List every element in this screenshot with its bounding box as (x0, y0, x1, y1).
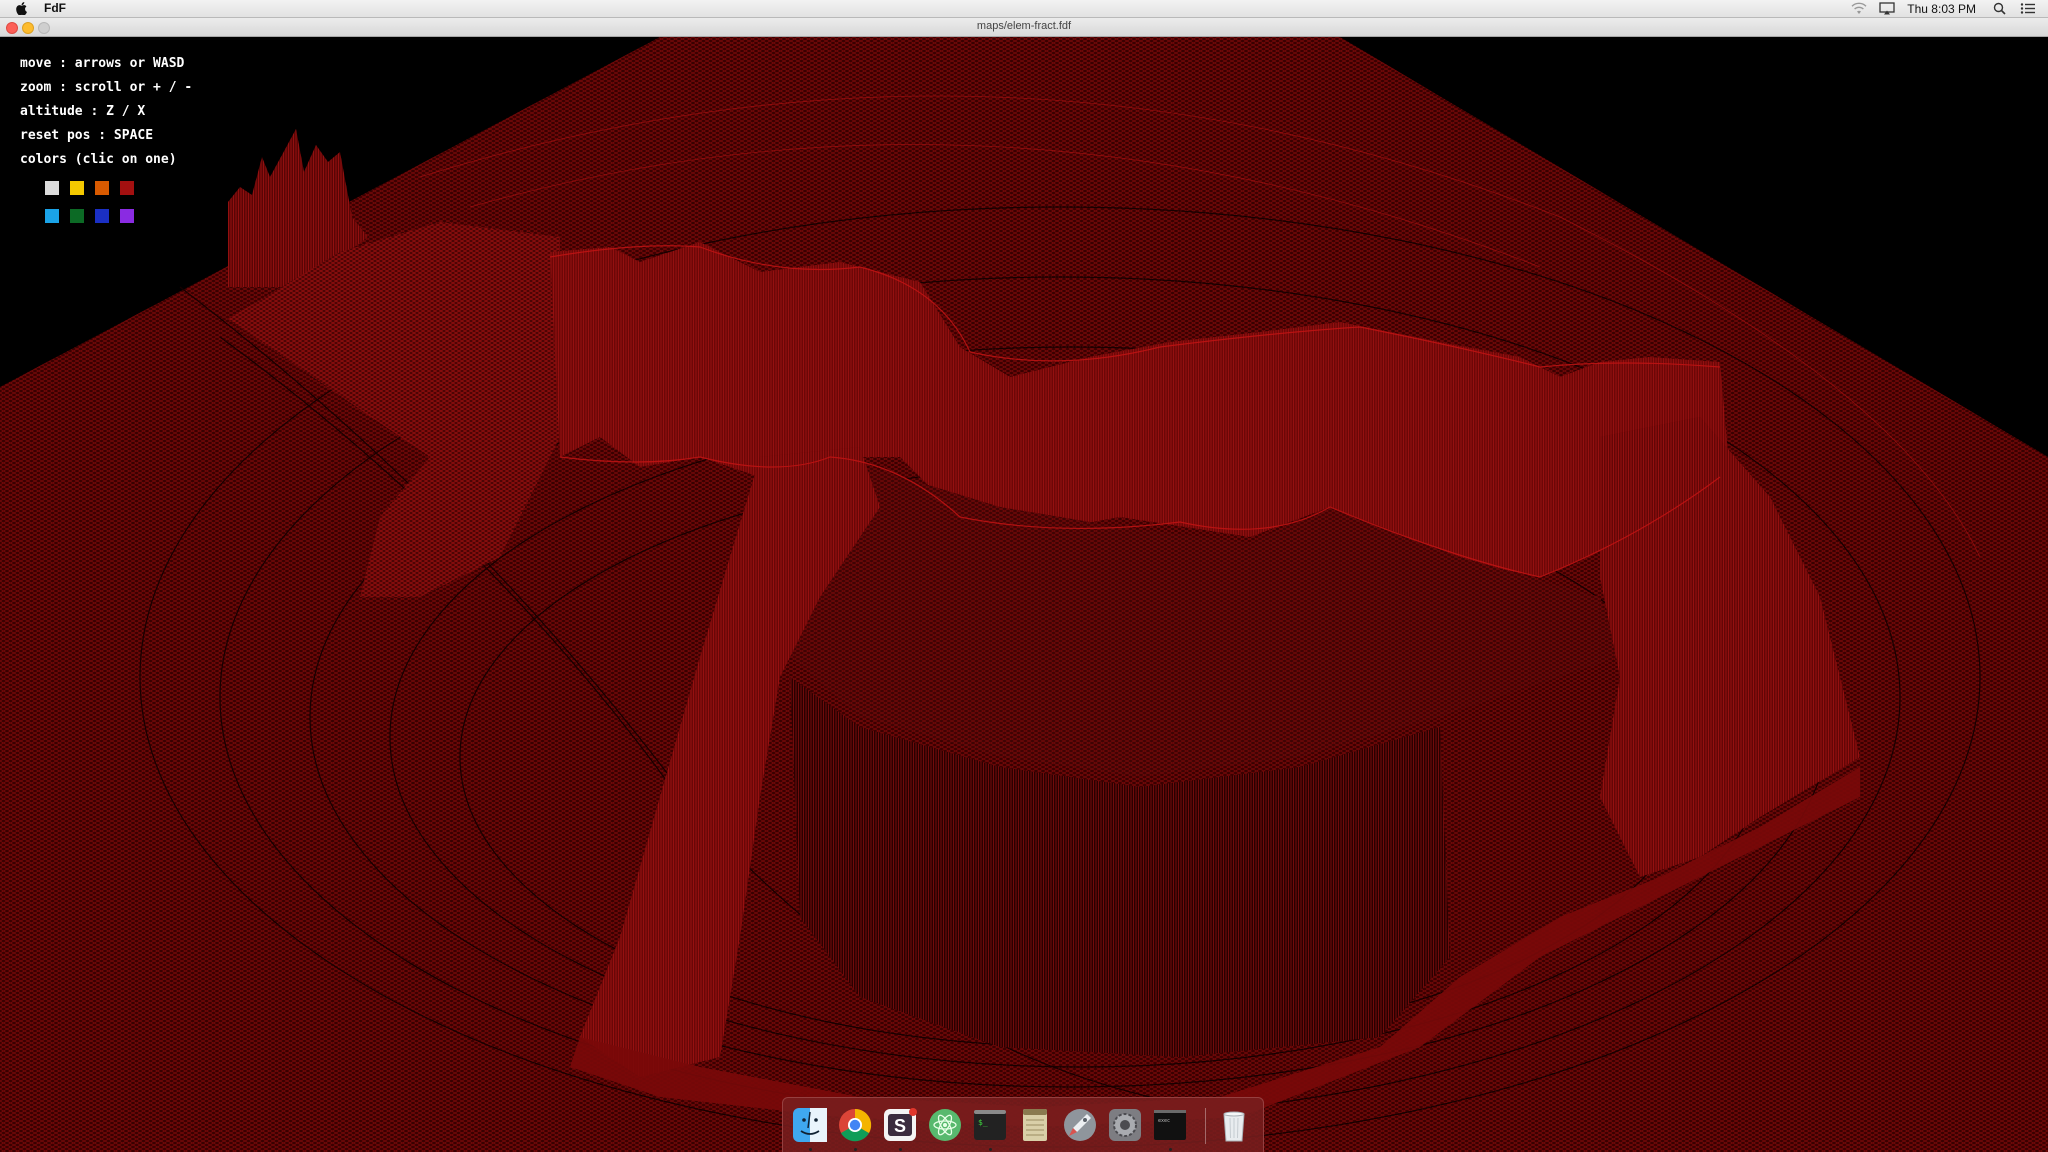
controls-help: move : arrows or WASD zoom : scroll or +… (20, 52, 192, 172)
menu-clock[interactable]: Thu 8:03 PM (1907, 2, 1976, 16)
screen: FdF Thu 8:03 PM maps/elem-fract.fdf move… (0, 0, 2048, 1152)
terminal-icon[interactable]: $_ (971, 1106, 1009, 1144)
chrome-icon[interactable] (836, 1106, 874, 1144)
render-viewport[interactable]: move : arrows or WASD zoom : scroll or +… (0, 37, 2048, 1152)
finder-icon[interactable] (791, 1106, 829, 1144)
help-reset: reset pos : SPACE (20, 128, 154, 143)
terminal-running-dot (989, 1148, 992, 1151)
fdf-running-dot (1169, 1148, 1172, 1151)
svg-text:S: S (894, 1116, 906, 1136)
dock-separator (1205, 1108, 1206, 1144)
svg-text:$_: $_ (978, 1118, 988, 1127)
color-swatch-white[interactable] (44, 180, 60, 196)
trash-icon[interactable] (1215, 1106, 1253, 1144)
fdf-app-icon[interactable]: exec (1151, 1106, 1189, 1144)
window-title: maps/elem-fract.fdf (976, 20, 1072, 32)
slack-icon[interactable]: S (881, 1106, 919, 1144)
apple-icon[interactable] (15, 2, 28, 15)
color-swatch-yellow[interactable] (69, 180, 85, 196)
wifi-icon[interactable] (1851, 2, 1867, 15)
notes-icon[interactable] (1016, 1106, 1054, 1144)
color-swatch-green[interactable] (69, 208, 85, 224)
chrome-running-dot (854, 1148, 857, 1151)
color-swatch-red[interactable] (119, 180, 135, 196)
system-preferences-icon[interactable] (1106, 1106, 1144, 1144)
color-swatch-purple[interactable] (119, 208, 135, 224)
launchpad-icon[interactable] (1061, 1106, 1099, 1144)
spotlight-search-icon[interactable] (1992, 2, 2008, 15)
menu-bar: FdF Thu 8:03 PM (0, 0, 2048, 18)
status-area: Thu 8:03 PM (1851, 0, 2048, 17)
color-swatch-cyan[interactable] (44, 208, 60, 224)
dock: S $_ exec (782, 1097, 1264, 1152)
palette-row-2 (44, 208, 135, 224)
palette-row-1 (44, 180, 135, 196)
app-name-menu[interactable]: FdF (44, 1, 66, 15)
slack-running-dot (899, 1148, 902, 1151)
help-colors: colors (clic on one) (20, 152, 177, 167)
help-altitude: altitude : Z / X (20, 104, 146, 119)
color-swatch-blue[interactable] (94, 208, 110, 224)
help-zoom: zoom : scroll or + / - (20, 80, 193, 95)
window-title-bar: maps/elem-fract.fdf (0, 18, 2048, 37)
finder-running-dot (809, 1148, 812, 1151)
atom-icon[interactable] (926, 1106, 964, 1144)
wireframe-render[interactable] (0, 37, 2048, 1152)
help-move: move : arrows or WASD (20, 56, 185, 71)
airplay-icon[interactable] (1879, 2, 1895, 15)
svg-text:exec: exec (1158, 1118, 1170, 1124)
color-swatch-orange[interactable] (94, 180, 110, 196)
notification-center-icon[interactable] (2020, 2, 2036, 15)
